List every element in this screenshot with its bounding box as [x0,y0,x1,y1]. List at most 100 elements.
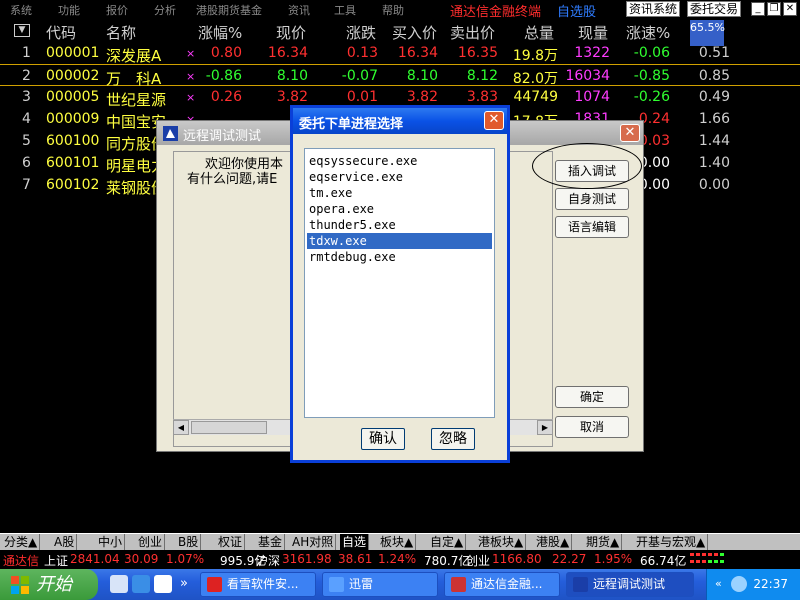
ignore-button[interactable]: 忽略 [431,428,475,450]
col-ask[interactable]: 卖出价 [450,22,495,43]
ie-icon[interactable] [132,575,150,593]
last-price: 3.82 [276,89,308,105]
tab-item[interactable]: 自选 [340,534,370,550]
menu-tools[interactable]: 工具 [334,2,356,18]
bid-price: 3.82 [406,89,438,105]
cy-index-label[interactable]: 创业 [466,552,490,569]
self-test-button[interactable]: 自身测试 [555,188,629,210]
tab-item[interactable]: 开基与宏观▲ [634,534,709,550]
quote-row[interactable]: 2 000002 万 科A × -0.86 8.10 -0.07 8.10 8.12 82.0万 1… [0,64,800,88]
scroll-thumb[interactable] [191,421,267,434]
breadth-bar [708,553,712,556]
cancel-button[interactable]: 取消 [555,416,629,438]
close-icon[interactable]: ✕ [783,2,797,16]
word-icon[interactable] [154,575,172,593]
tab-item[interactable]: 板块▲ [378,534,417,550]
process-dialog-titlebar[interactable]: 委托下单进程选择 ✕ [293,108,507,134]
sh-index-label[interactable]: 上证 [44,552,68,569]
tab-item[interactable]: 基金 [256,534,286,550]
tdx-icon [451,577,466,592]
sh-index-change: 30.09 [124,552,159,566]
process-item[interactable]: eqservice.exe [307,169,492,185]
ask-price: 16.35 [457,45,498,61]
remote-close-button[interactable]: ✕ [620,124,640,142]
menu-system[interactable]: 系统 [10,2,32,18]
process-item[interactable]: thunder5.exe [307,217,492,233]
process-listbox[interactable]: eqsyssecure.exe eqservice.exe tm.exe opera.… [304,148,495,418]
tab-item[interactable]: 分类▲ [2,534,41,550]
menu-hk-futures-fund[interactable]: 港股期货基金 [196,2,262,18]
task-kanxue[interactable]: 看雪软件安... [200,572,316,597]
tab-item[interactable]: B股 [176,534,202,550]
restore-icon[interactable]: ❐ [767,2,781,16]
tab-item[interactable]: 权证 [216,534,246,550]
news-system-button[interactable]: 资讯系统 [626,1,681,17]
total-volume: 82.0万 [512,71,558,87]
price-change: -0.07 [341,68,378,84]
app-title: 通达信金融终端 [450,5,542,20]
breadth-bar [690,560,694,563]
bid-price: 8.10 [406,68,438,84]
tab-item[interactable]: A股 [52,534,78,550]
process-item[interactable]: eqsyssecure.exe [307,153,492,169]
ok-button[interactable]: 确定 [555,386,629,408]
col-bid[interactable]: 买入价 [392,22,437,43]
system-tray: « 22:37 [706,569,800,600]
menu-bar: 系统 功能 报价 分析 港股期货基金 资讯 工具 帮助 通达信金融终端 自选股 … [0,0,800,20]
last-price: 16.34 [267,45,308,61]
confirm-button[interactable]: 确认 [361,428,405,450]
col-change[interactable]: 涨跌 [346,22,376,43]
menu-analysis[interactable]: 分析 [154,2,176,18]
index-strip: 通达信 上证 2841.04 30.09 1.07% 995.9亿 沪深 316… [0,550,800,569]
bid-price: 16.34 [397,45,438,61]
tab-item[interactable]: 自定▲ [428,534,467,550]
scroll-left-icon[interactable]: ◀ [173,420,189,435]
task-tdx[interactable]: 通达信金融... [444,572,560,597]
trade-button[interactable]: 委托交易 [687,1,742,17]
col-price[interactable]: 现价 [276,22,306,43]
task-thunder[interactable]: 迅雷 [322,572,438,597]
col-name[interactable]: 名称 [106,22,136,43]
menu-news[interactable]: 资讯 [288,2,310,18]
process-item[interactable]: tdxw.exe [307,233,492,249]
stock-name: 世纪星源 [106,91,167,109]
messenger-icon[interactable] [731,576,747,592]
hs-index-label[interactable]: 沪深 [256,552,280,569]
tab-item[interactable]: 创业 [136,534,166,550]
process-item[interactable]: tm.exe [307,185,492,201]
process-close-button[interactable]: ✕ [484,111,504,130]
col-pct[interactable]: 涨幅% [198,22,242,43]
price-change: 0.01 [346,89,378,105]
desktop-icon[interactable] [110,575,128,593]
col-code[interactable]: 代码 [46,22,76,43]
breadth-bar [690,553,694,556]
quick-launch-more-icon[interactable]: » [180,576,188,591]
opera-icon [207,577,222,592]
breadth-bar [702,560,706,563]
app-subtitle: 自选股 [557,5,597,20]
menu-quote[interactable]: 报价 [106,2,128,18]
trailing-value: 1.66 [698,111,730,127]
tray-chevron-icon[interactable]: « [715,577,722,590]
col-speed[interactable]: 涨速% [626,22,670,43]
language-edit-button[interactable]: 语言编辑 [555,216,629,238]
tab-item[interactable]: 期货▲ [584,534,623,550]
minimize-icon[interactable]: _ [751,2,765,16]
tab-item[interactable]: 港股▲ [534,534,573,550]
tab-item[interactable]: 港板块▲ [476,534,527,550]
col-volume[interactable]: 总量 [524,22,554,43]
tab-item[interactable]: AH对照 [290,534,337,550]
start-button[interactable]: 开始 [0,569,98,600]
tab-item[interactable]: 中小 [96,534,126,550]
quote-row[interactable]: 1 000001 深发展A × 0.80 16.34 0.13 16.34 16.35 19.8万… [0,42,800,65]
menu-function[interactable]: 功能 [58,2,80,18]
task-remote-debug[interactable]: 远程调试测试 [566,572,694,597]
col-current-volume[interactable]: 现量 [578,22,608,43]
menu-help[interactable]: 帮助 [382,2,404,18]
row-index: 5 [22,133,31,149]
app-logo-icon [163,126,178,141]
process-item[interactable]: opera.exe [307,201,492,217]
scroll-right-icon[interactable]: ▶ [537,420,553,435]
process-item[interactable]: rmtdebug.exe [307,249,492,265]
sort-toggle-icon[interactable]: ▼ [14,24,30,37]
